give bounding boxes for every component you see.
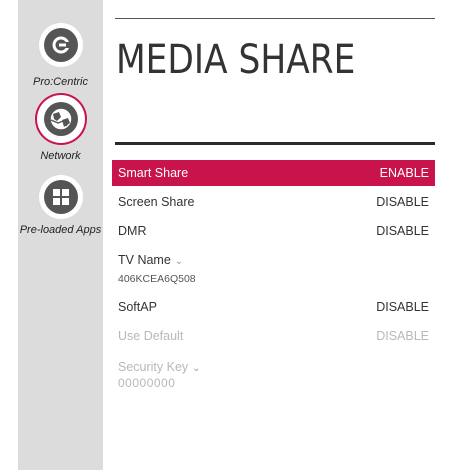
use-default-value: DISABLE (376, 329, 429, 343)
smart-share-row[interactable]: Smart Share ENABLE (112, 160, 435, 186)
tv-name-label: TV Name (118, 253, 171, 267)
sidebar-item-label: Pre-loaded Apps (19, 224, 102, 236)
page-title: MEDIA SHARE (116, 37, 356, 83)
use-default-label: Use Default (118, 329, 184, 343)
softap-value: DISABLE (376, 300, 429, 314)
dmr-value: DISABLE (376, 224, 429, 238)
pro-centric-icon (39, 23, 83, 67)
tv-name-field[interactable]: TV Name ⌄ (118, 253, 183, 267)
network-globe-icon (39, 97, 83, 141)
tv-name-value: 406KCEA6Q508 (118, 273, 196, 285)
sidebar: Pro:Centric Network Pre-loaded Apps (18, 0, 103, 470)
security-key-value: 00000000 (118, 376, 176, 390)
dmr-label: DMR (118, 224, 147, 238)
softap-label: SoftAP (118, 300, 157, 314)
sidebar-item-label: Pro:Centric (32, 76, 89, 88)
screen-share-value: DISABLE (376, 195, 429, 209)
chevron-down-icon: ⌄ (192, 363, 201, 374)
chevron-down-icon: ⌄ (174, 256, 184, 267)
apps-grid-icon (39, 175, 83, 219)
softap-row[interactable]: SoftAP DISABLE (112, 294, 435, 320)
screen-share-label: Screen Share (118, 195, 195, 209)
title-divider (115, 142, 435, 145)
use-default-row: Use Default DISABLE (112, 323, 435, 349)
security-key-label: Security Key (118, 360, 189, 374)
dmr-row[interactable]: DMR DISABLE (112, 218, 435, 244)
header-divider (115, 18, 435, 19)
screen-share-row[interactable]: Screen Share DISABLE (112, 189, 435, 215)
sidebar-item-label: Network (40, 150, 81, 162)
smart-share-label: Smart Share (118, 166, 189, 180)
smart-share-value: ENABLE (379, 166, 429, 180)
security-key-field: Security Key ⌄ (118, 360, 201, 374)
